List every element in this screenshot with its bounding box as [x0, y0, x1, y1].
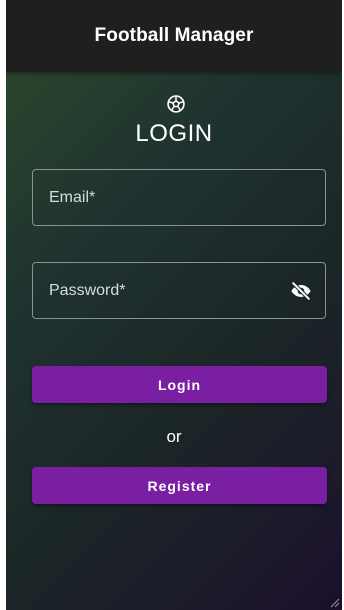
soccer-ball-icon: [167, 95, 185, 113]
email-input[interactable]: [33, 170, 325, 225]
login-button[interactable]: Login: [32, 366, 327, 403]
email-field[interactable]: [32, 169, 326, 226]
password-field[interactable]: [32, 262, 326, 319]
app-title: Football Manager: [94, 25, 254, 46]
or-separator: or: [166, 427, 182, 446]
app-bar: Football Manager: [6, 0, 342, 72]
eye-off-icon[interactable]: [289, 280, 313, 302]
app-window: Football Manager LOGIN Login or Register: [6, 0, 342, 610]
register-button[interactable]: Register: [32, 467, 327, 504]
login-heading: LOGIN: [135, 120, 213, 147]
resize-grip-icon[interactable]: [328, 596, 340, 608]
password-input[interactable]: [33, 263, 325, 318]
